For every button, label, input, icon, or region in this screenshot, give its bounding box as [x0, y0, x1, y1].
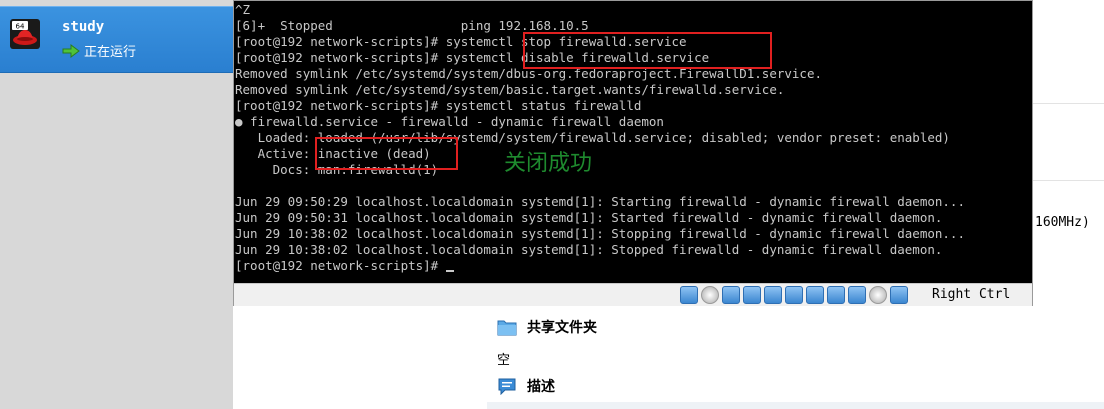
optical-drive-icon[interactable]: [701, 286, 719, 304]
description-title: 描述: [527, 379, 555, 395]
host-key-label: Right Ctrl: [932, 287, 1011, 302]
highlight-box-commands: [523, 32, 772, 69]
hard-disk-icon[interactable]: [680, 286, 698, 304]
redhat-64-os-icon: 64: [10, 19, 40, 49]
cpu-info-fragment: 160MHz): [1035, 215, 1090, 230]
terminal-line: Jun 29 09:50:31 localhost.localdomain sy…: [235, 210, 943, 225]
terminal-line: Jun 29 09:50:29 localhost.localdomain sy…: [235, 194, 965, 209]
description-icon: [498, 378, 516, 395]
os-badge: 64: [16, 23, 25, 31]
details-bottom-strip: [487, 402, 1104, 409]
terminal-line: Removed symlink /etc/systemd/system/basi…: [235, 82, 785, 97]
terminal-prompt: [root@192 network-scripts]#: [235, 258, 446, 273]
virtualization-icon[interactable]: [848, 286, 866, 304]
vm-name: study: [62, 19, 105, 35]
shared-folders-value: 空: [497, 353, 511, 368]
description-header[interactable]: 描述: [497, 376, 555, 396]
terminal-line: Jun 29 10:38:02 localhost.localdomain sy…: [235, 242, 943, 257]
mouse-integration-icon[interactable]: [869, 286, 887, 304]
display-icon[interactable]: [806, 286, 824, 304]
audio-icon[interactable]: [722, 286, 740, 304]
shared-folders-title: 共享文件夹: [527, 320, 597, 336]
terminal-cursor: [445, 270, 454, 272]
vm-list-pane: 64 study 正在运行: [0, 0, 233, 409]
network-icon[interactable]: [743, 286, 761, 304]
terminal-screen[interactable]: ^Z [6]+ Stopped ping 192.168.10.5 [root@…: [234, 1, 1032, 283]
status-icons: [680, 286, 908, 304]
video-capture-icon[interactable]: [827, 286, 845, 304]
vm-state-row: 正在运行: [62, 41, 136, 60]
annotation-text: 关闭成功: [504, 151, 593, 176]
folder-icon: [497, 320, 517, 336]
shared-folders-header[interactable]: 共享文件夹: [497, 317, 597, 337]
usb-icon[interactable]: [764, 286, 782, 304]
vm-list-item-study[interactable]: 64 study 正在运行: [0, 6, 233, 73]
console-status-bar: Right Ctrl: [234, 283, 1032, 306]
highlight-box-status: [315, 137, 458, 170]
keyboard-capture-icon[interactable]: [890, 286, 908, 304]
vm-console-window: ^Z [6]+ Stopped ping 192.168.10.5 [root@…: [233, 0, 1033, 306]
vm-state-label: 正在运行: [84, 45, 137, 60]
terminal-line: ^Z: [235, 2, 251, 17]
shared-folders-icon[interactable]: [785, 286, 803, 304]
terminal-line: ● firewalld.service - firewalld - dynami…: [235, 114, 664, 129]
terminal-prompt-line: [root@192 network-scripts]#: [235, 258, 454, 274]
running-arrow-icon: [62, 43, 80, 58]
terminal-line: [root@192 network-scripts]# systemctl st…: [235, 98, 642, 113]
terminal-line: Jun 29 10:38:02 localhost.localdomain sy…: [235, 226, 965, 241]
